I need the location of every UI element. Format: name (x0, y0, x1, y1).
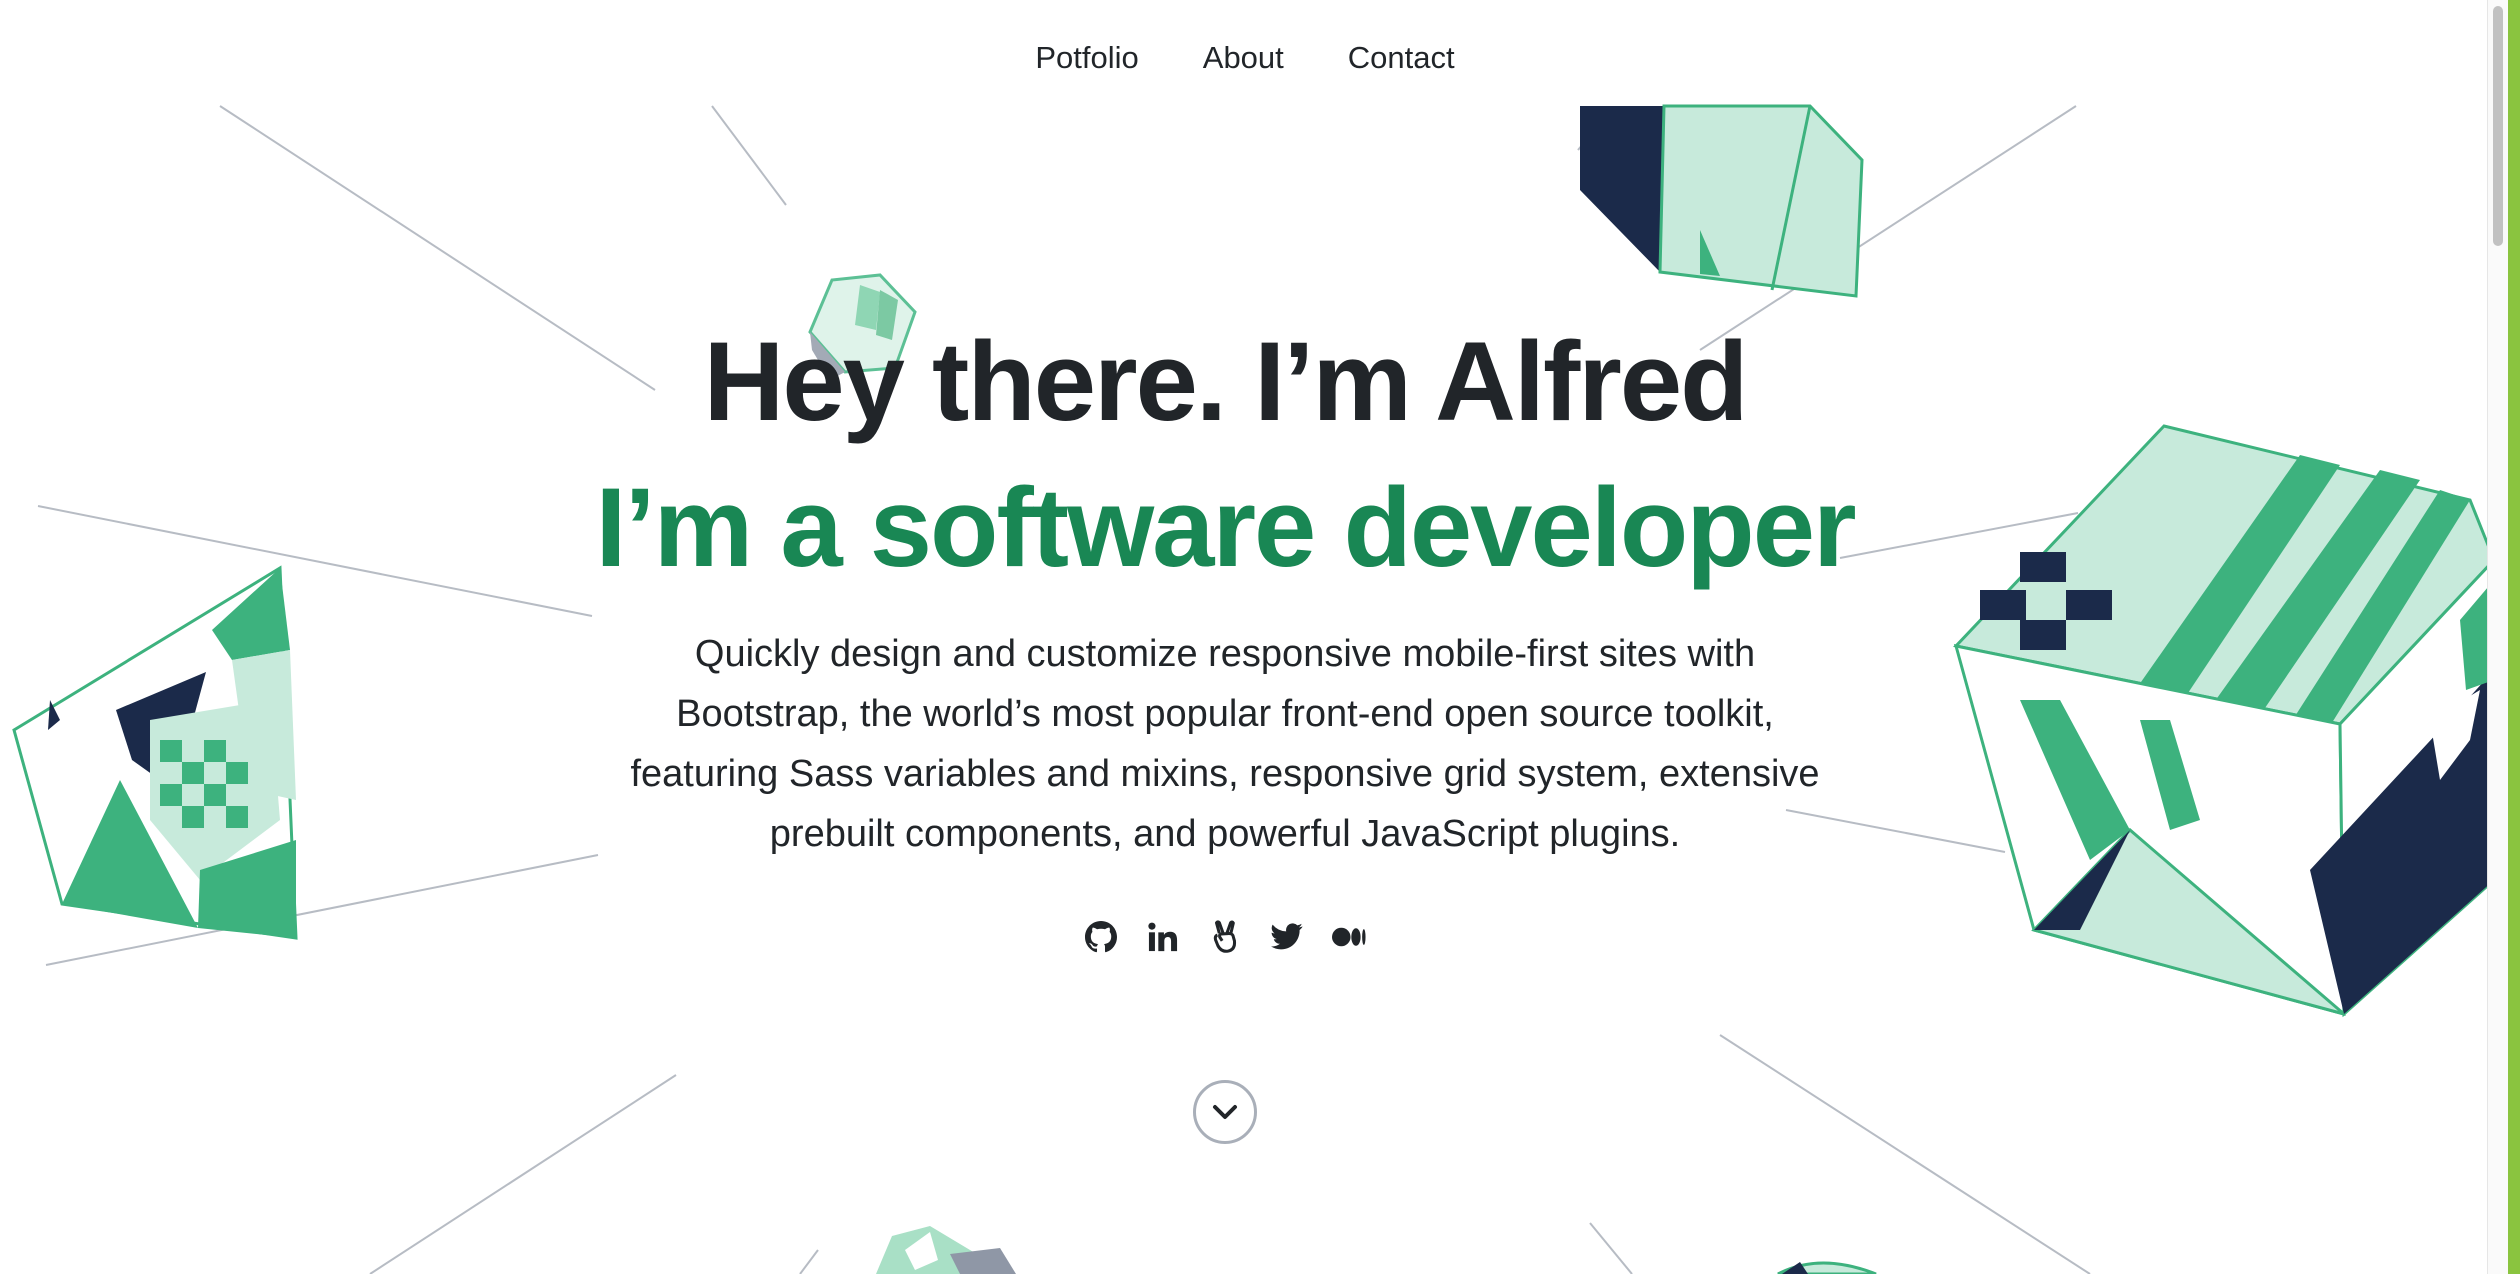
bottom-partial-shapes (876, 1226, 1877, 1274)
hero-description: Quickly design and customize responsive … (630, 633, 1820, 855)
scrollbar-thumb[interactable] (2493, 6, 2503, 246)
nav-link-contact[interactable]: Contact (1348, 40, 1455, 76)
linkedin-icon[interactable] (1146, 920, 1180, 954)
medium-icon[interactable] (1332, 920, 1366, 954)
hero-subtitle: I’m a software developer (595, 465, 1856, 590)
github-icon[interactable] (1084, 920, 1118, 954)
chevron-down-icon (1213, 1105, 1237, 1119)
angellist-icon[interactable] (1208, 920, 1242, 954)
nav-link-about[interactable]: About (1203, 40, 1284, 76)
top-right-block-shape (1580, 104, 1864, 298)
social-links (0, 920, 2450, 954)
window-edge-bar (2508, 0, 2520, 1274)
hero-section: Hey there. I’m Alfred I’m a software dev… (0, 312, 2450, 864)
hero-title: Hey there. I’m Alfred (703, 319, 1748, 444)
scroll-down-button[interactable] (1193, 1080, 1257, 1144)
scrollbar[interactable] (2487, 0, 2508, 1274)
nav-link-portfolio[interactable]: Potfolio (1035, 40, 1138, 76)
top-nav: Potfolio About Contact (0, 40, 2490, 76)
twitter-icon[interactable] (1270, 920, 1304, 954)
page: Potfolio About Contact Hey there. I’m Al… (0, 0, 2520, 1274)
